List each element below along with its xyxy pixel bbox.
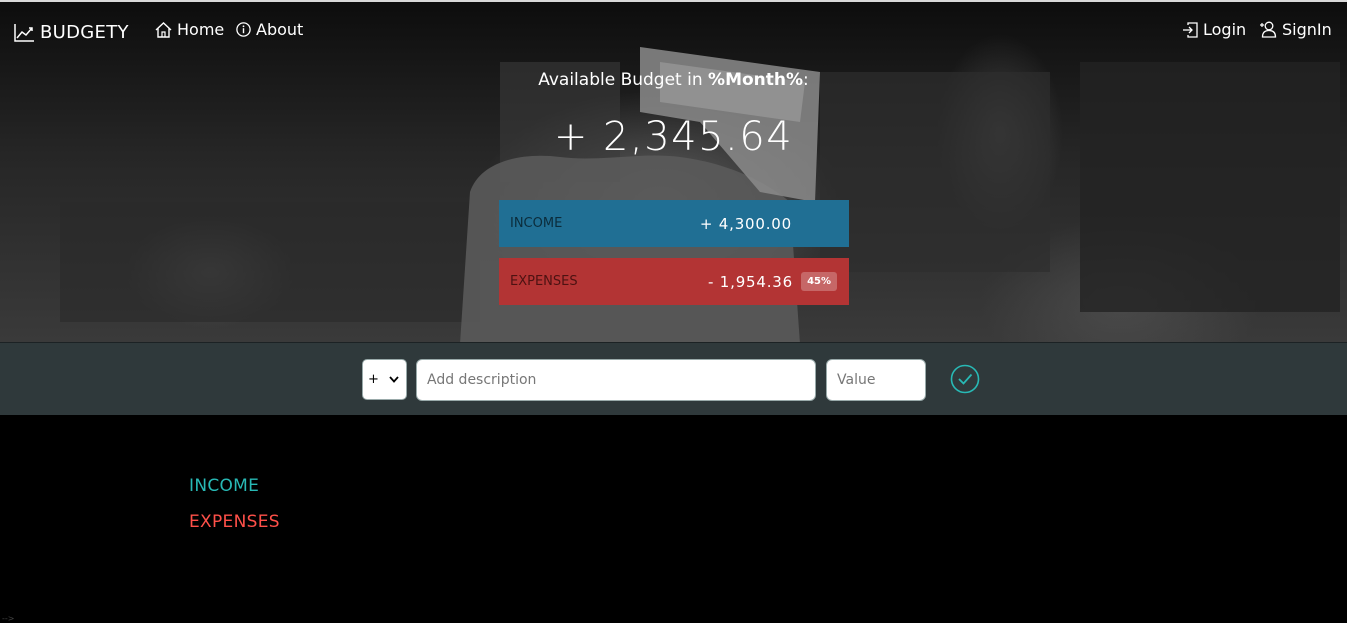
brand-label: BUDGETY <box>40 22 129 43</box>
top-navbar: BUDGETY Home About Login SignIn <box>0 4 1347 60</box>
expenses-list-title: Expenses <box>189 512 280 532</box>
house-icon <box>155 21 172 38</box>
description-input[interactable]: Add description <box>416 359 816 401</box>
budget-title-prefix: Available Budget in <box>538 70 709 90</box>
nav-home-link[interactable]: Home <box>155 20 224 39</box>
checkmark-circle-icon <box>950 364 980 394</box>
type-select[interactable]: + <box>362 359 407 400</box>
type-select-value: + <box>368 372 379 387</box>
nav-about-link[interactable]: About <box>236 20 303 39</box>
nav-login-label: Login <box>1203 20 1247 39</box>
stray-comment-text: --> <box>2 614 15 623</box>
hero-section: BUDGETY Home About Login SignIn Availabl… <box>0 0 1347 342</box>
nav-about-label: About <box>256 20 304 39</box>
chevron-down-icon <box>389 376 399 383</box>
nav-signin-link[interactable]: SignIn <box>1259 20 1332 39</box>
income-summary-value: + 4,300.00 <box>699 214 792 233</box>
expenses-summary: Expenses - 1,954.36 45% <box>499 258 849 305</box>
login-arrow-icon <box>1183 21 1198 38</box>
chart-line-icon <box>14 24 34 42</box>
nav-home-label: Home <box>177 20 225 39</box>
add-entry-bar: + Add description Value <box>0 342 1347 415</box>
budget-title-suffix: : <box>803 70 809 90</box>
income-list-title: Income <box>189 476 260 496</box>
nav-login-link[interactable]: Login <box>1182 20 1246 39</box>
expenses-summary-value: - 1,954.36 <box>708 272 793 291</box>
nav-signin-label: SignIn <box>1282 20 1332 39</box>
income-summary: Income + 4,300.00 <box>499 200 849 247</box>
expenses-percentage-badge: 45% <box>801 272 837 291</box>
budget-title: Available Budget in %Month%: <box>0 70 1347 90</box>
income-summary-label: Income <box>510 216 563 231</box>
budget-month: %Month% <box>708 70 804 90</box>
expenses-summary-label: Expenses <box>510 274 578 289</box>
user-plus-icon <box>1260 21 1277 38</box>
value-input[interactable]: Value <box>826 359 926 401</box>
info-circle-icon <box>236 22 251 37</box>
budget-total-value: + 2,345.64 <box>553 114 794 160</box>
add-button[interactable] <box>950 364 980 394</box>
brand-link[interactable]: BUDGETY <box>14 22 129 43</box>
